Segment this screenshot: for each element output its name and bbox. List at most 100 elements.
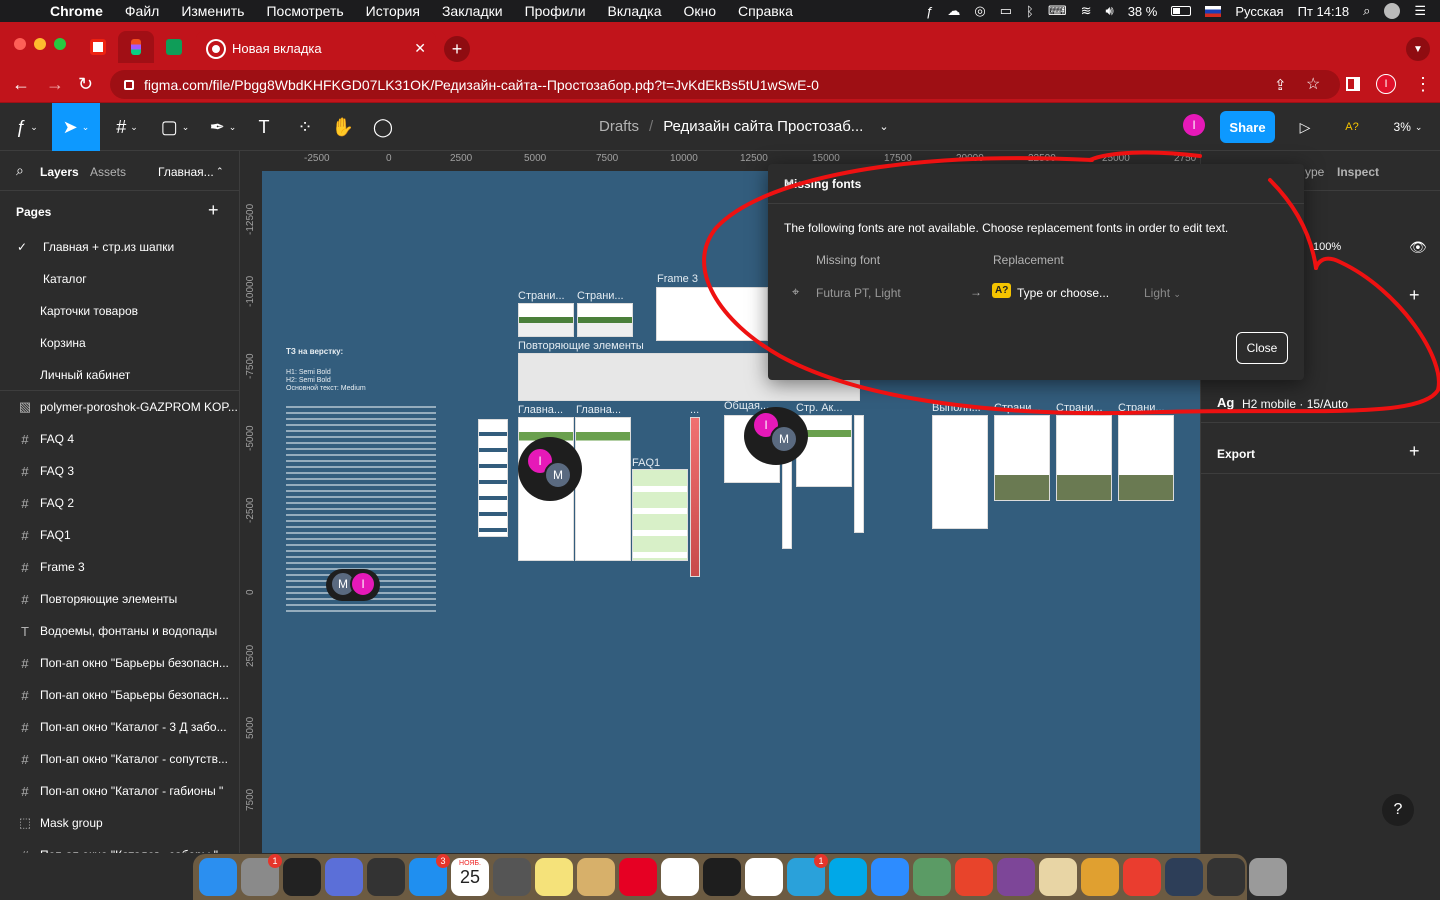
frame-label[interactable]: Главна... <box>518 404 563 416</box>
collaborator-avatar-i[interactable]: I <box>350 571 376 597</box>
more-menu-icon[interactable]: ⋮ <box>1414 74 1432 95</box>
battery-percent[interactable]: 38 % <box>1128 4 1158 19</box>
dock-app-yandex[interactable] <box>661 858 699 896</box>
eye-icon[interactable]: 👁︎ <box>1409 239 1427 256</box>
collaborator-avatar-m[interactable]: M <box>544 461 572 489</box>
dock-app-screenshot[interactable] <box>325 858 363 896</box>
dock-app-finder[interactable] <box>199 858 237 896</box>
figma-status-icon[interactable]: ƒ <box>926 4 933 19</box>
volume-icon[interactable]: 🔊︎ <box>1105 3 1113 19</box>
forward-arrow-icon[interactable]: → <box>46 74 64 95</box>
menu-item-edit[interactable]: Изменить <box>181 3 244 19</box>
lock-icon[interactable] <box>124 79 134 90</box>
zoom-window-button[interactable] <box>54 38 66 50</box>
frame-label[interactable]: Страни... <box>994 402 1041 414</box>
frame-label[interactable]: Стр. Ак... <box>796 402 843 414</box>
dock-app-figma[interactable] <box>703 858 741 896</box>
current-page-dropdown[interactable]: Главная... <box>158 165 214 179</box>
move-tool-icon[interactable]: ➤ ⌄ <box>52 103 100 151</box>
chevron-up-icon[interactable]: ⌃ <box>216 166 224 177</box>
add-page-icon[interactable]: + <box>208 200 219 221</box>
dock-app-zoom[interactable] <box>871 858 909 896</box>
page-item-cards[interactable]: Карточки товаров <box>0 295 239 327</box>
dock-app-calculator[interactable] <box>493 858 531 896</box>
frame-page-1[interactable] <box>518 303 574 337</box>
creative-cloud-status-icon[interactable]: ◎ <box>974 3 985 19</box>
dock-app-pinterest[interactable] <box>619 858 657 896</box>
add-fill-icon[interactable]: + <box>1409 285 1420 306</box>
page-item-main[interactable]: ✓ Главная + стр.из шапки <box>0 231 239 263</box>
present-play-icon[interactable]: ▷ <box>1294 103 1316 151</box>
tab-assets[interactable]: Assets <box>90 165 126 179</box>
missing-fonts-indicator[interactable]: A? <box>1340 103 1364 151</box>
replacement-font-input[interactable]: Type or choose... <box>1017 286 1109 300</box>
frame-label[interactable]: Страни... <box>1056 402 1103 414</box>
layer-item[interactable]: # Поп-ап окно "Каталог - сопутств... <box>0 743 239 775</box>
layer-item[interactable]: # Поп-ап окно "Каталог - заборы " <box>0 839 239 854</box>
frame-long-red[interactable] <box>690 417 700 577</box>
frame-tool-icon[interactable]: # ⌄ <box>104 103 150 151</box>
menu-item-bookmarks[interactable]: Закладки <box>442 3 503 19</box>
frame-label[interactable]: Страни... <box>577 290 624 302</box>
spotlight-icon[interactable]: ⌕ <box>1363 3 1370 19</box>
add-export-icon[interactable]: + <box>1409 441 1420 462</box>
dock-app-folder[interactable] <box>1039 858 1077 896</box>
dock-app-chrome[interactable] <box>745 858 783 896</box>
layer-item[interactable]: # Поп-ап окно "Каталог - габионы " <box>0 775 239 807</box>
control-center-icon[interactable]: ☰ <box>1414 3 1426 19</box>
layer-item[interactable]: # Поп-ап окно "Барьеры безопасн... <box>0 647 239 679</box>
dock-app-tor[interactable] <box>997 858 1035 896</box>
resources-icon[interactable]: ⁘ <box>290 103 320 151</box>
hand-tool-icon[interactable]: ✋ <box>328 103 358 151</box>
dock-app-system-preferences[interactable]: 1 <box>241 854 282 896</box>
bluetooth-icon[interactable]: ᛒ <box>1026 4 1034 19</box>
layer-item[interactable]: # FAQ 3 <box>0 455 239 487</box>
menu-item-profiles[interactable]: Профили <box>525 3 586 19</box>
dock-app-obs[interactable] <box>283 858 321 896</box>
dock-app-activity-monitor[interactable] <box>1207 858 1245 896</box>
shape-tool-icon[interactable]: ▢ ⌄ <box>152 103 198 151</box>
back-arrow-icon[interactable]: ← <box>12 74 30 95</box>
layer-item[interactable]: # Поп-ап окно "Каталог - 3 Д забо... <box>0 711 239 743</box>
close-icon[interactable]: ✕ <box>784 177 1290 191</box>
layer-item[interactable]: # FAQ 2 <box>0 487 239 519</box>
target-icon[interactable]: ⌖ <box>792 284 799 300</box>
tab-inspect[interactable]: Inspect <box>1337 165 1379 179</box>
frame-label[interactable]: Страни... <box>1118 402 1165 414</box>
share-button[interactable]: Share <box>1220 111 1275 143</box>
frame-label[interactable]: Выполн... <box>932 402 981 414</box>
user-avatar-icon[interactable] <box>1384 3 1401 19</box>
layer-item[interactable]: ⬚ Mask group <box>0 807 239 839</box>
frame-label[interactable]: Frame 3 <box>657 273 698 285</box>
layer-item[interactable]: # FAQ 4 <box>0 423 239 455</box>
profile-avatar[interactable]: I <box>1376 74 1396 94</box>
close-tab-icon[interactable]: ✕ <box>414 40 426 57</box>
frame-page-3[interactable] <box>994 415 1050 501</box>
frame-faq[interactable] <box>632 469 688 561</box>
page-item-account[interactable]: Личный кабинет <box>0 359 239 391</box>
frame-label[interactable]: Главна... <box>576 404 621 416</box>
frame-main-2[interactable] <box>575 417 631 561</box>
dock-app-anydesk[interactable] <box>955 858 993 896</box>
layer-item[interactable]: # Поп-ап окно "Барьеры безопасн... <box>0 679 239 711</box>
pen-tool-icon[interactable]: ✒ ⌄ <box>200 103 246 151</box>
dock-app-trash[interactable] <box>1249 858 1287 896</box>
dock-app-screen-recorder[interactable] <box>1165 858 1203 896</box>
collaborator-avatar[interactable]: I <box>1183 114 1205 136</box>
comment-tool-icon[interactable]: ◯ <box>368 103 398 151</box>
layer-item[interactable]: # Повторяющие элементы <box>0 583 239 615</box>
tab-new-tab[interactable]: Новая вкладка ✕ <box>196 31 436 66</box>
pinned-tab-sheets[interactable] <box>156 31 192 63</box>
menu-app-name[interactable]: Chrome <box>50 3 103 19</box>
frame-label[interactable]: FAQ1 <box>632 457 660 469</box>
chevron-down-icon[interactable]: ⌄ <box>879 120 888 135</box>
frame-narrow-2[interactable] <box>854 415 864 533</box>
omnibox[interactable]: figma.com/file/Pbgg8WbdKHFKGD07LK31OK/Ре… <box>110 70 1340 99</box>
pinned-tab-figma[interactable] <box>118 31 154 63</box>
share-page-icon[interactable]: ⇪ <box>1274 76 1287 94</box>
dock-app-creative-cloud[interactable] <box>1123 858 1161 896</box>
frame-narrow-1[interactable] <box>782 461 792 549</box>
tab-search-chevron-icon[interactable]: ▼ <box>1406 37 1430 61</box>
dock-app-chromium[interactable] <box>913 858 951 896</box>
zoom-level[interactable]: 3% ⌄ <box>1388 103 1428 151</box>
